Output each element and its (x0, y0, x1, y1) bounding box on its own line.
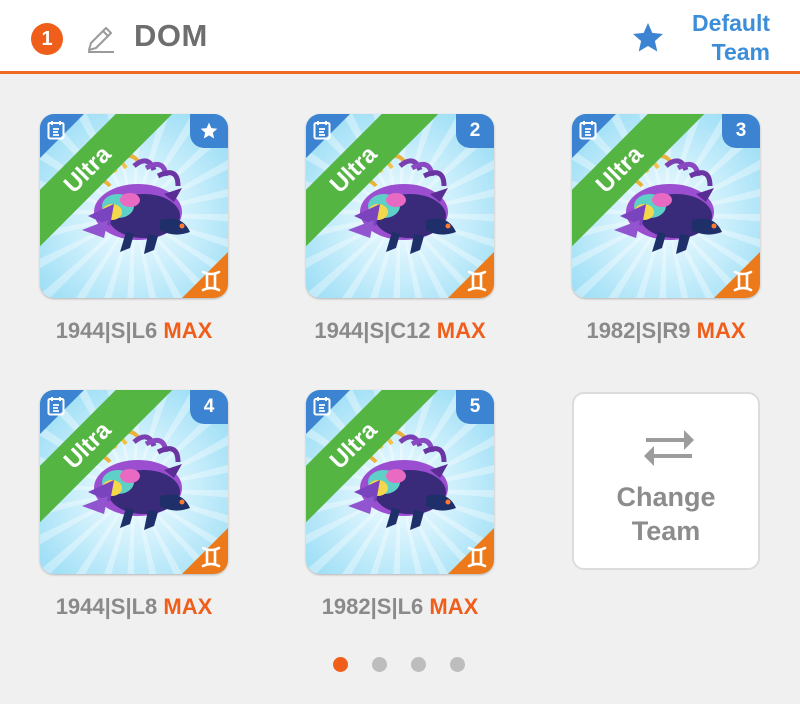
monster-id: 1982|S|R9 (586, 318, 691, 343)
default-team-button[interactable]: Default Team (692, 9, 770, 67)
team-name: DOM (134, 18, 208, 53)
card-label: 1944|S|C12 MAX (290, 318, 510, 344)
monster-card[interactable]: Ultra 3 (572, 114, 760, 298)
monster-id: 1944|S|L6 (55, 318, 158, 343)
swap-arrows-icon (644, 430, 694, 466)
max-level-tag: MAX (163, 594, 213, 619)
slot-number-badge: 5 (456, 390, 494, 424)
favorite-badge (190, 114, 228, 148)
card-label: 1982|S|L6 MAX (290, 594, 510, 620)
monster-id: 1982|S|L6 (321, 594, 424, 619)
monster-card[interactable]: Ultra 2 (306, 114, 494, 298)
page-dot[interactable] (450, 657, 465, 672)
slot-number-badge: 3 (722, 114, 760, 148)
max-level-tag: MAX (163, 318, 213, 343)
max-level-tag: MAX (429, 594, 479, 619)
journal-icon (47, 121, 65, 140)
journal-icon (47, 397, 65, 416)
monster-card[interactable]: Ultra 5 (306, 390, 494, 574)
change-team-line1: Change (616, 482, 716, 512)
monster-id: 1944|S|C12 (314, 318, 431, 343)
change-team-label: Change Team (574, 480, 758, 548)
star-icon (200, 122, 218, 139)
card-label: 1944|S|L6 MAX (24, 318, 244, 344)
journal-icon (579, 121, 597, 140)
monster-card[interactable]: Ultra (40, 114, 228, 298)
slot-number-badge: 4 (190, 390, 228, 424)
journal-icon (313, 121, 331, 140)
max-level-tag: MAX (696, 318, 746, 343)
page-dot[interactable] (372, 657, 387, 672)
max-level-tag: MAX (436, 318, 486, 343)
page-dot[interactable] (411, 657, 426, 672)
change-team-button[interactable]: Change Team (572, 392, 760, 570)
pencil-edit-icon[interactable] (84, 23, 116, 55)
card-label: 1982|S|R9 MAX (556, 318, 776, 344)
team-number-badge: 1 (31, 23, 63, 55)
monster-card[interactable]: Ultra 4 (40, 390, 228, 574)
gemini-sign-icon (201, 270, 221, 292)
star-icon[interactable] (630, 20, 666, 56)
gemini-sign-icon (467, 270, 487, 292)
default-team-label-line2: Team (711, 39, 770, 65)
gemini-sign-icon (201, 546, 221, 568)
gemini-sign-icon (467, 546, 487, 568)
slot-number-badge: 2 (456, 114, 494, 148)
monster-id: 1944|S|L8 (55, 594, 158, 619)
journal-icon (313, 397, 331, 416)
default-team-label-line1: Default (692, 10, 770, 36)
page-dot[interactable] (333, 657, 348, 672)
change-team-line2: Team (631, 516, 701, 546)
card-label: 1944|S|L8 MAX (24, 594, 244, 620)
gemini-sign-icon (733, 270, 753, 292)
team-header: 1 DOM Default Team (0, 0, 800, 74)
